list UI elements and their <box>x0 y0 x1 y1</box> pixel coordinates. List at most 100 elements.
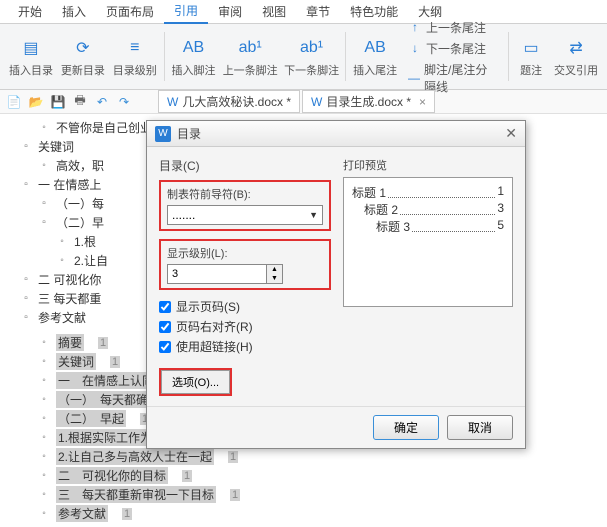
bullet-icon <box>38 198 50 209</box>
ok-button[interactable]: 确定 <box>373 415 439 440</box>
level-label: 显示级别(L): <box>167 245 323 261</box>
endnote-icon: AB <box>363 36 387 60</box>
tab-review[interactable]: 审阅 <box>208 0 252 23</box>
close-icon[interactable]: × <box>419 95 426 109</box>
cancel-button[interactable]: 取消 <box>447 415 513 440</box>
outline-text: 高效，职 <box>56 157 104 174</box>
menu-tabs: 开始 插入 页面布局 引用 审阅 视图 章节 特色功能 大纲 <box>0 0 607 24</box>
toc-level-button[interactable]: ≡目录级别 <box>110 28 160 85</box>
tab-chapter[interactable]: 章节 <box>296 0 340 23</box>
next-footnote-button[interactable]: ab¹下一条脚注 <box>282 28 341 85</box>
bullet-icon <box>38 337 50 348</box>
doc-icon: W <box>167 95 178 109</box>
outline-text: （二）早 <box>56 214 104 231</box>
bullet-icon <box>38 217 50 228</box>
toc-icon: ▤ <box>19 36 43 60</box>
toc-line[interactable]: 2.让自己多与高效人士在一起1 <box>38 447 587 466</box>
update-toc-button[interactable]: ⟳更新目录 <box>58 28 108 85</box>
toc-line[interactable]: 参考文献1 <box>38 504 587 523</box>
toc-text: 二 可视化你的目标 <box>56 467 168 484</box>
outline-text: （一）每 <box>56 195 104 212</box>
level-spinner[interactable]: ▲▼ <box>167 264 323 284</box>
tab-insert[interactable]: 插入 <box>52 0 96 23</box>
tab-layout[interactable]: 页面布局 <box>96 0 164 23</box>
bullet-icon <box>38 451 50 462</box>
bullet-icon <box>38 489 50 500</box>
outline-text: 二 可视化你 <box>38 271 101 288</box>
caption-button[interactable]: ▭题注 <box>513 28 549 85</box>
show-pagenum-checkbox[interactable]: 显示页码(S) <box>159 298 331 315</box>
outline-text: 2.让自 <box>74 252 108 269</box>
toc-text: 参考文献 <box>56 505 108 522</box>
bullet-icon <box>38 508 50 519</box>
doc-tab-1[interactable]: W几大高效秘诀.docx * <box>158 90 300 113</box>
toc-page: 1 <box>182 470 192 482</box>
leader-label: 制表符前导符(B): <box>167 186 323 202</box>
toc-line[interactable]: 二 可视化你的目标 1 <box>38 466 587 485</box>
tab-features[interactable]: 特色功能 <box>340 0 408 23</box>
chevron-down-icon: ▼ <box>309 210 318 220</box>
toc-dialog: W目录 ✕ 目录(C) 制表符前导符(B): ....... ▼ 显示级别(L)… <box>146 120 526 449</box>
toc-text: 摘要 <box>56 334 84 351</box>
bullet-icon <box>38 122 50 133</box>
bullet-icon <box>38 160 50 171</box>
toc-text: （二） 早起 <box>56 410 126 427</box>
insert-toc-button[interactable]: ▤插入目录 <box>6 28 56 85</box>
crossref-icon: ⇄ <box>564 36 588 60</box>
tab-start[interactable]: 开始 <box>8 0 52 23</box>
print-icon[interactable]: 🖶 <box>72 94 88 110</box>
close-icon[interactable]: ✕ <box>505 125 517 142</box>
ribbon: ▤插入目录 ⟳更新目录 ≡目录级别 AB插入脚注 ab¹上一条脚注 ab¹下一条… <box>0 24 607 90</box>
spin-up-icon[interactable]: ▲ <box>267 265 282 274</box>
bullet-icon <box>38 432 50 443</box>
next-footnote-icon: ab¹ <box>300 36 324 60</box>
bullet-icon <box>38 470 50 481</box>
app-icon: W <box>155 126 171 142</box>
insert-endnote-button[interactable]: AB插入尾注 <box>350 28 400 85</box>
toc-page: 1 <box>230 489 240 501</box>
leader-combo[interactable]: ....... ▼ <box>167 205 323 225</box>
bullet-icon <box>20 293 32 304</box>
levels-icon: ≡ <box>123 36 147 60</box>
level-group-highlight: 显示级别(L): ▲▼ <box>159 239 331 290</box>
toc-line[interactable]: 三 每天都重新审视一下目标1 <box>38 485 587 504</box>
prev-endnote-button[interactable]: ↑上一条尾注 <box>406 18 500 37</box>
footnote-icon: AB <box>182 36 206 60</box>
dialog-title: 目录 <box>177 125 201 142</box>
bullet-icon <box>56 236 68 247</box>
new-icon[interactable]: 📄 <box>6 94 22 110</box>
bullet-icon <box>20 274 32 285</box>
tab-references[interactable]: 引用 <box>164 0 208 24</box>
redo-icon[interactable]: ↷ <box>116 94 132 110</box>
down-icon: ↓ <box>408 41 422 55</box>
options-button[interactable]: 选项(O)... <box>161 370 230 394</box>
quick-access-toolbar: 📄 📂 💾 🖶 ↶ ↷ W几大高效秘诀.docx * W目录生成.docx *× <box>0 90 607 114</box>
outline-text: 1.根 <box>74 233 96 250</box>
crossref-button[interactable]: ⇄交叉引用 <box>551 28 601 85</box>
doc-icon: W <box>311 95 322 109</box>
outline-text: 参考文献 <box>38 309 86 326</box>
level-input[interactable] <box>167 264 267 284</box>
next-endnote-button[interactable]: ↓下一条尾注 <box>406 39 500 58</box>
document-tabs: W几大高效秘诀.docx * W目录生成.docx *× <box>158 90 435 113</box>
save-icon[interactable]: 💾 <box>50 94 66 110</box>
tab-view[interactable]: 视图 <box>252 0 296 23</box>
spin-down-icon[interactable]: ▼ <box>267 274 282 283</box>
bullet-icon <box>56 255 68 266</box>
preview-box: 标题 11标题 23标题 35 <box>343 177 513 307</box>
dialog-titlebar: W 目录 ✕ <box>147 121 525 147</box>
endnote-nav: ↑上一条尾注 ↓下一条尾注 —脚注/尾注分隔线 <box>402 28 504 85</box>
open-icon[interactable]: 📂 <box>28 94 44 110</box>
toc-text: 2.让自己多与高效人士在一起 <box>56 448 214 465</box>
sep-icon: — <box>408 71 420 85</box>
prev-footnote-icon: ab¹ <box>238 36 262 60</box>
undo-icon[interactable]: ↶ <box>94 94 110 110</box>
align-right-checkbox[interactable]: 页码右对齐(R) <box>159 318 331 335</box>
leader-group-highlight: 制表符前导符(B): ....... ▼ <box>159 180 331 231</box>
use-hyperlink-checkbox[interactable]: 使用超链接(H) <box>159 338 331 355</box>
doc-tab-2[interactable]: W目录生成.docx *× <box>302 90 435 113</box>
insert-footnote-button[interactable]: AB插入脚注 <box>169 28 219 85</box>
refresh-icon: ⟳ <box>71 36 95 60</box>
bullet-icon <box>38 356 50 367</box>
prev-footnote-button[interactable]: ab¹上一条脚注 <box>220 28 279 85</box>
